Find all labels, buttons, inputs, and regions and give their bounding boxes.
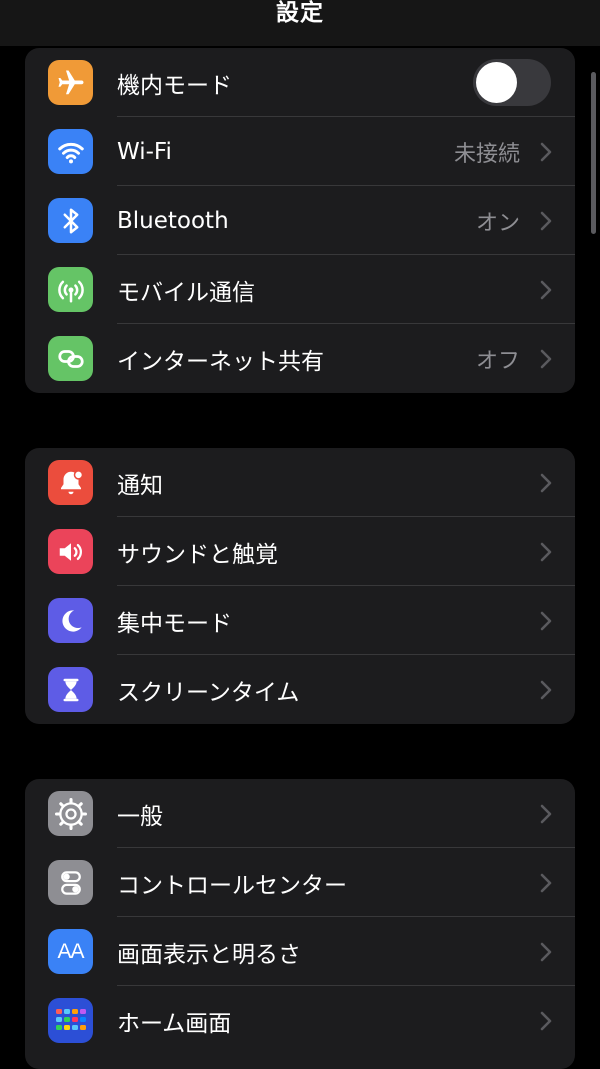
gear-icon [48,791,93,836]
bluetooth-status: オン [475,210,520,236]
chevron-right-icon [540,804,552,824]
row-screen-time[interactable]: スクリーンタイム [25,655,575,724]
moon-icon [48,598,93,643]
antenna-icon [48,267,93,312]
text-size-icon: AA [48,929,93,974]
bluetooth-label: Bluetooth [117,207,229,234]
row-personal-hotspot[interactable]: インターネット共有 オフ [25,324,575,393]
chevron-right-icon [540,211,552,231]
general-label: 一般 [117,803,163,830]
app-grid-icon [48,998,93,1043]
sounds-label: サウンドと触覚 [117,541,278,568]
airplane-icon [48,60,93,105]
hotspot-status: オフ [475,348,520,374]
row-general[interactable]: 一般 [25,779,575,848]
chevron-right-icon [540,1011,552,1031]
wifi-icon [48,129,93,174]
speaker-icon [48,529,93,574]
chevron-right-icon [540,142,552,162]
scrollbar[interactable] [591,72,596,234]
row-notifications[interactable]: 通知 [25,448,575,517]
chevron-right-icon [540,280,552,300]
settings-group-general: 一般 コントロールセンター AA 画面表示と明るさ ホーム画面 [25,779,575,1069]
cellular-label: モバイル通信 [117,279,255,306]
control-center-label: コントロールセンター [117,872,347,899]
chevron-right-icon [540,473,552,493]
switches-icon [48,860,93,905]
settings-group-notifications: 通知 サウンドと触覚 集中モード スクリーンタイム [25,448,575,724]
row-focus[interactable]: 集中モード [25,586,575,655]
text-size-glyph: AA [57,939,84,963]
bluetooth-icon [48,198,93,243]
home-screen-label: ホーム画面 [117,1010,232,1037]
row-airplane-mode[interactable]: 機内モード [25,48,575,117]
airplane-mode-label: 機内モード [117,72,232,99]
chevron-right-icon [540,680,552,700]
settings-group-connectivity: 機内モード Wi-Fi 未接続 Bluetooth オン モバイル通信 インター [25,48,575,393]
chevron-right-icon [540,873,552,893]
focus-label: 集中モード [117,610,232,637]
hourglass-icon [48,667,93,712]
navigation-bar: 設定 [0,0,600,46]
display-label: 画面表示と明るさ [117,941,301,968]
row-control-center[interactable]: コントロールセンター [25,848,575,917]
hotspot-label: インターネット共有 [117,348,324,375]
toggle-knob [476,62,517,103]
row-display-brightness[interactable]: AA 画面表示と明るさ [25,917,575,986]
airplane-mode-toggle[interactable] [473,59,551,106]
chevron-right-icon [540,349,552,369]
row-cellular[interactable]: モバイル通信 [25,255,575,324]
row-sounds-haptics[interactable]: サウンドと触覚 [25,517,575,586]
chevron-right-icon [540,611,552,631]
wifi-status: 未接続 [453,141,520,167]
chevron-right-icon [540,942,552,962]
link-icon [48,336,93,381]
row-bluetooth[interactable]: Bluetooth オン [25,186,575,255]
notifications-label: 通知 [117,472,163,499]
page-title: 設定 [276,0,324,26]
row-home-screen[interactable]: ホーム画面 [25,986,575,1055]
bell-icon [48,460,93,505]
screen-time-label: スクリーンタイム [117,679,300,706]
chevron-right-icon [540,542,552,562]
row-wifi[interactable]: Wi-Fi 未接続 [25,117,575,186]
wifi-label: Wi-Fi [117,138,172,165]
